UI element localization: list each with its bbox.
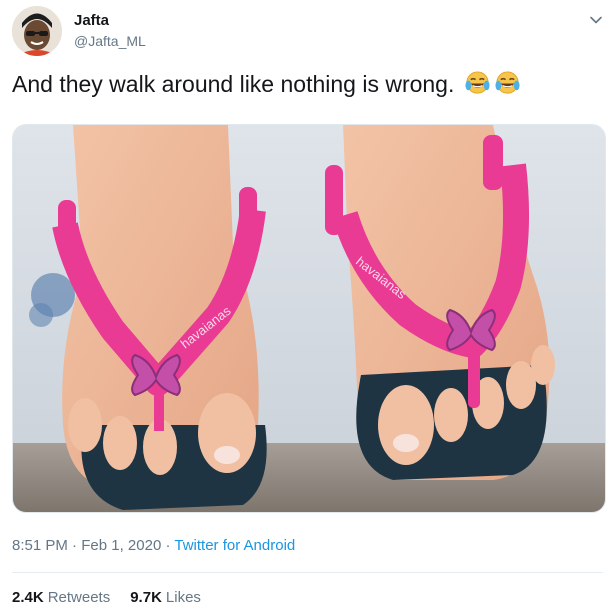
face-with-tears-of-joy-icon bbox=[495, 71, 520, 94]
likes-label: Likes bbox=[165, 589, 201, 606]
tweet-text: And they walk around like nothing is wro… bbox=[12, 70, 603, 98]
divider bbox=[12, 572, 603, 573]
author-handle[interactable]: @Jafta_ML bbox=[74, 33, 146, 49]
retweets-count: 2.4K bbox=[12, 589, 44, 606]
tweet-media-photo[interactable]: havaianas havaianas bbox=[12, 124, 606, 513]
avatar-image bbox=[12, 6, 62, 56]
tweet-source-link[interactable]: Twitter for Android bbox=[174, 537, 295, 554]
likes-count: 9.7K bbox=[130, 589, 162, 606]
meta-separator: · bbox=[72, 537, 78, 554]
retweets-stat[interactable]: 2.4K Retweets bbox=[12, 589, 110, 606]
likes-stat[interactable]: 9.7K Likes bbox=[130, 589, 201, 606]
retweets-label: Retweets bbox=[47, 589, 111, 606]
author-name[interactable]: Jafta bbox=[74, 12, 109, 29]
avatar[interactable] bbox=[12, 6, 62, 56]
tweet-meta: 8:51 PM · Feb 1, 2020 · Twitter for Andr… bbox=[12, 537, 295, 554]
face-with-tears-of-joy-icon bbox=[465, 71, 490, 94]
engagement-stats: 2.4K Retweets 9.7K Likes bbox=[12, 589, 201, 606]
chevron-down-icon[interactable] bbox=[588, 12, 604, 28]
tweet-date[interactable]: Feb 1, 2020 bbox=[81, 537, 161, 554]
tweet-body: And they walk around like nothing is wro… bbox=[12, 71, 455, 97]
photo-toddler-feet-in-flip-flops: havaianas havaianas bbox=[13, 125, 605, 512]
tweet-time[interactable]: 8:51 PM bbox=[12, 537, 68, 554]
meta-separator: · bbox=[165, 537, 171, 554]
